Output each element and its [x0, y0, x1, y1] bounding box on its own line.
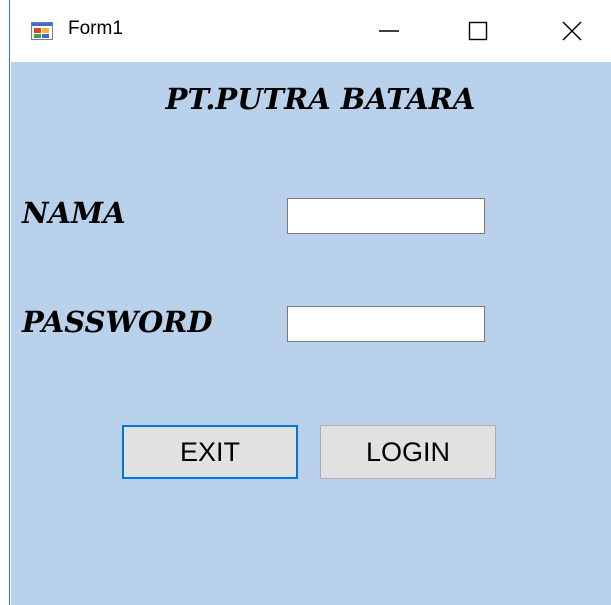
- password-input[interactable]: [287, 306, 485, 342]
- close-button[interactable]: [537, 0, 607, 62]
- nama-input[interactable]: [287, 198, 485, 234]
- maximize-icon: [468, 21, 488, 41]
- company-heading: PT.PUTRA BATARA: [165, 82, 476, 116]
- minimize-button[interactable]: [354, 0, 424, 62]
- password-label: PASSWORD: [22, 305, 213, 339]
- title-bar[interactable]: Form1: [10, 0, 611, 62]
- minimize-icon: [379, 30, 399, 32]
- winforms-app-icon[interactable]: [31, 22, 53, 40]
- login-button[interactable]: LOGIN: [320, 425, 496, 479]
- exit-button[interactable]: EXIT: [122, 425, 298, 479]
- nama-label: NAMA: [22, 196, 126, 230]
- window-title: Form1: [68, 18, 123, 39]
- close-icon: [562, 21, 582, 41]
- form1-window: Form1 PT.PUTRA BATARA NAMA PASSWORD EXIT…: [0, 0, 611, 605]
- maximize-button[interactable]: [443, 0, 513, 62]
